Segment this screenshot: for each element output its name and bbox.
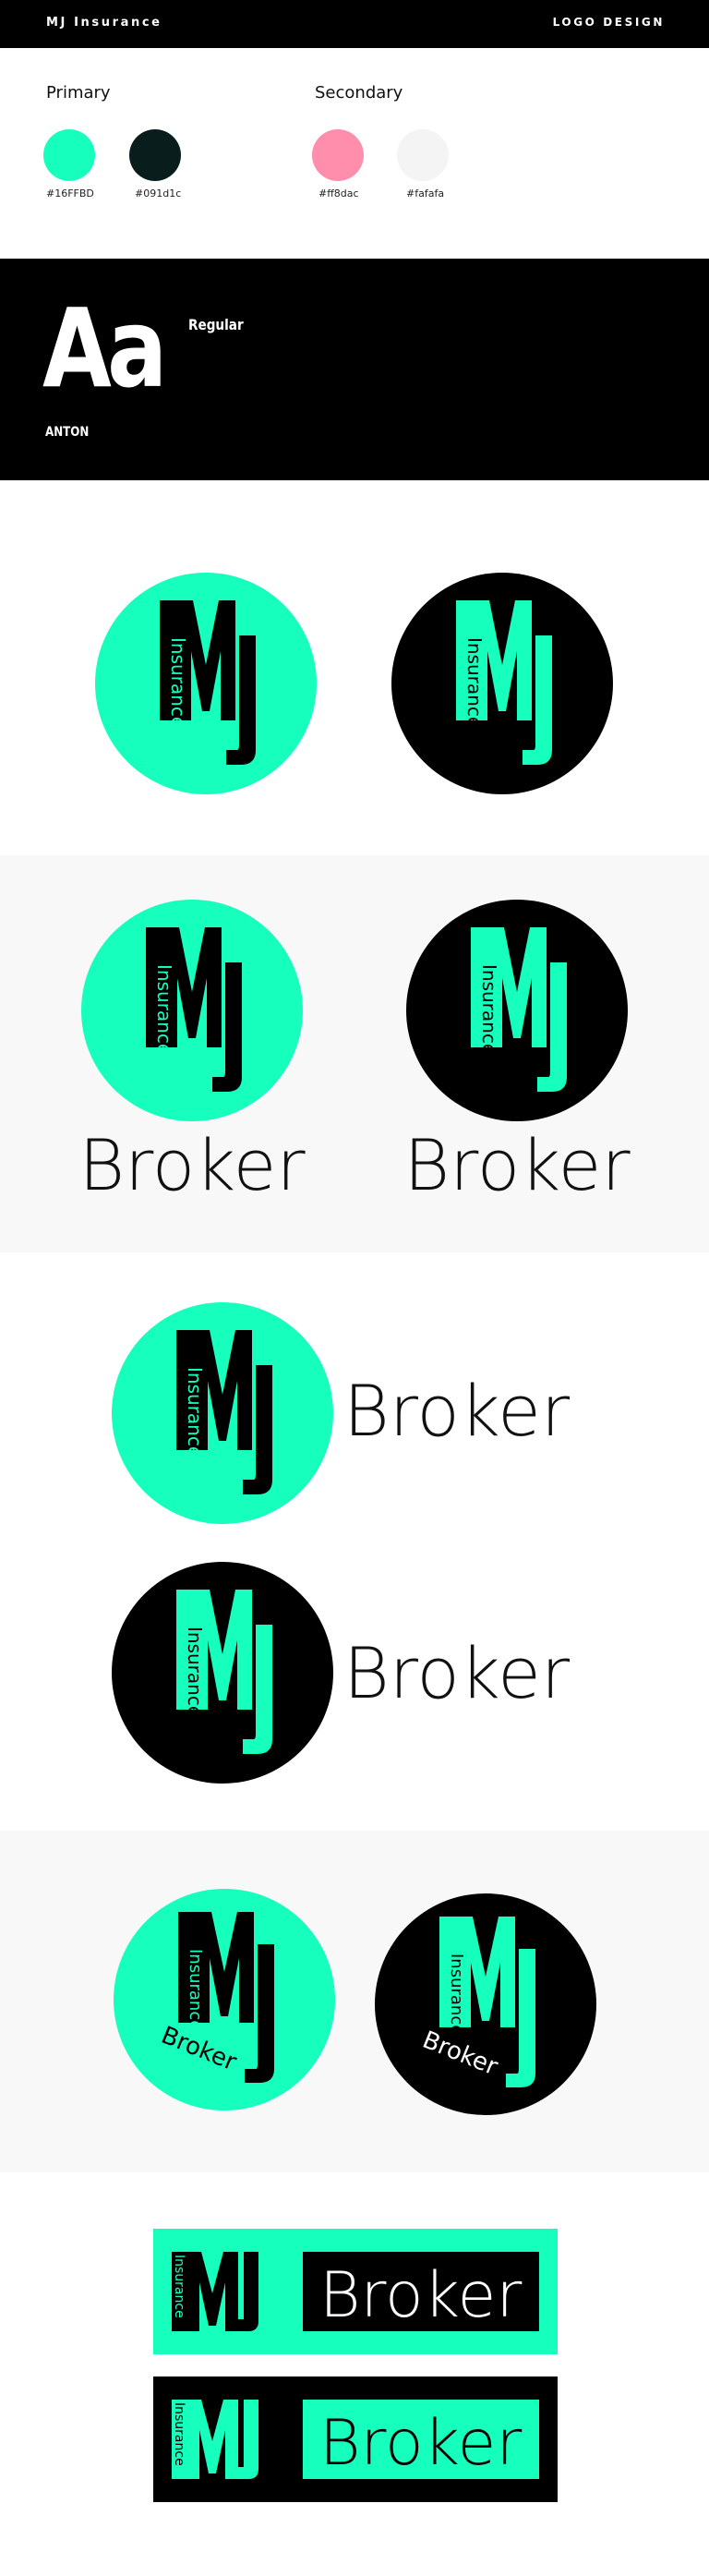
logo-rect-black: Insurance Broker bbox=[153, 2376, 558, 2502]
vertical-word: Insurance bbox=[186, 1949, 205, 2030]
font-weight-label: Regular bbox=[188, 316, 244, 333]
wordmark-text: Broker bbox=[403, 1124, 631, 1206]
swatch-label-primary-2: #091d1c bbox=[135, 187, 182, 200]
logo-rect-green: Insurance Broker bbox=[153, 2229, 558, 2354]
secondary-title: Secondary bbox=[315, 83, 403, 103]
logo-horizontal-black: Insurance bbox=[112, 1562, 333, 1784]
swatch-label-primary-1: #16FFBD bbox=[46, 187, 94, 200]
logo-black-circle-stacked: Insurance bbox=[406, 900, 628, 1121]
wordmark-text: Broker bbox=[343, 1632, 571, 1714]
section-horizontal-logos bbox=[0, 1252, 709, 1831]
wordmark-text: Broker bbox=[343, 1370, 571, 1452]
swatch-primary-2 bbox=[129, 129, 181, 181]
vertical-word: Insurance bbox=[463, 637, 486, 728]
swatch-label-secondary-2: #fafafa bbox=[406, 187, 445, 200]
logo-badge-black: Insurance Broker bbox=[375, 1893, 596, 2115]
header-bar: MJ Insurance LOGO DESIGN bbox=[0, 0, 709, 48]
vertical-word: Insurance bbox=[172, 2255, 186, 2318]
logo-horizontal-green: Insurance bbox=[112, 1302, 333, 1524]
wordmark-horizontal-2: Broker bbox=[343, 1632, 571, 1714]
vertical-word: Insurance bbox=[167, 637, 189, 728]
swatch-primary-1 bbox=[43, 129, 95, 181]
vertical-word: Insurance bbox=[184, 1367, 206, 1457]
logo-green-circle: Insurance bbox=[95, 573, 317, 794]
wordmark-text: Broker bbox=[78, 1124, 306, 1206]
wordmark-text: Broker bbox=[319, 2259, 522, 2332]
wordmark-stacked-1: Broker bbox=[78, 1124, 306, 1206]
section-badge-logos bbox=[0, 1831, 709, 2172]
vertical-word: Insurance bbox=[184, 1627, 206, 1717]
wordmark-text: Broker bbox=[319, 2407, 522, 2480]
wordmark-stacked-2: Broker bbox=[403, 1124, 631, 1206]
swatch-secondary-1 bbox=[312, 129, 364, 181]
vertical-word: Insurance bbox=[478, 964, 500, 1055]
logo-green-circle-stacked: Insurance bbox=[81, 900, 303, 1121]
brand-title: MJ Insurance bbox=[46, 16, 162, 30]
color-palette: Primary Secondary #16FFBD #091d1c #ff8da… bbox=[0, 48, 709, 259]
logo-black-circle: Insurance bbox=[391, 573, 613, 794]
swatch-label-secondary-1: #ff8dac bbox=[318, 187, 359, 200]
font-name-label: ANTON bbox=[45, 425, 90, 440]
vertical-word: Insurance bbox=[172, 2402, 186, 2466]
font-sample: Aa bbox=[42, 284, 167, 412]
vertical-word: Insurance bbox=[153, 964, 175, 1055]
vertical-word: Insurance bbox=[447, 1953, 466, 2035]
primary-title: Primary bbox=[46, 83, 111, 103]
logo-badge-green: Insurance Broker bbox=[114, 1889, 335, 2110]
swatch-secondary-2 bbox=[397, 129, 449, 181]
section-title: LOGO DESIGN bbox=[552, 16, 665, 29]
typography-sample: Aa Regular ANTON bbox=[0, 259, 709, 480]
wordmark-horizontal-1: Broker bbox=[343, 1370, 571, 1452]
